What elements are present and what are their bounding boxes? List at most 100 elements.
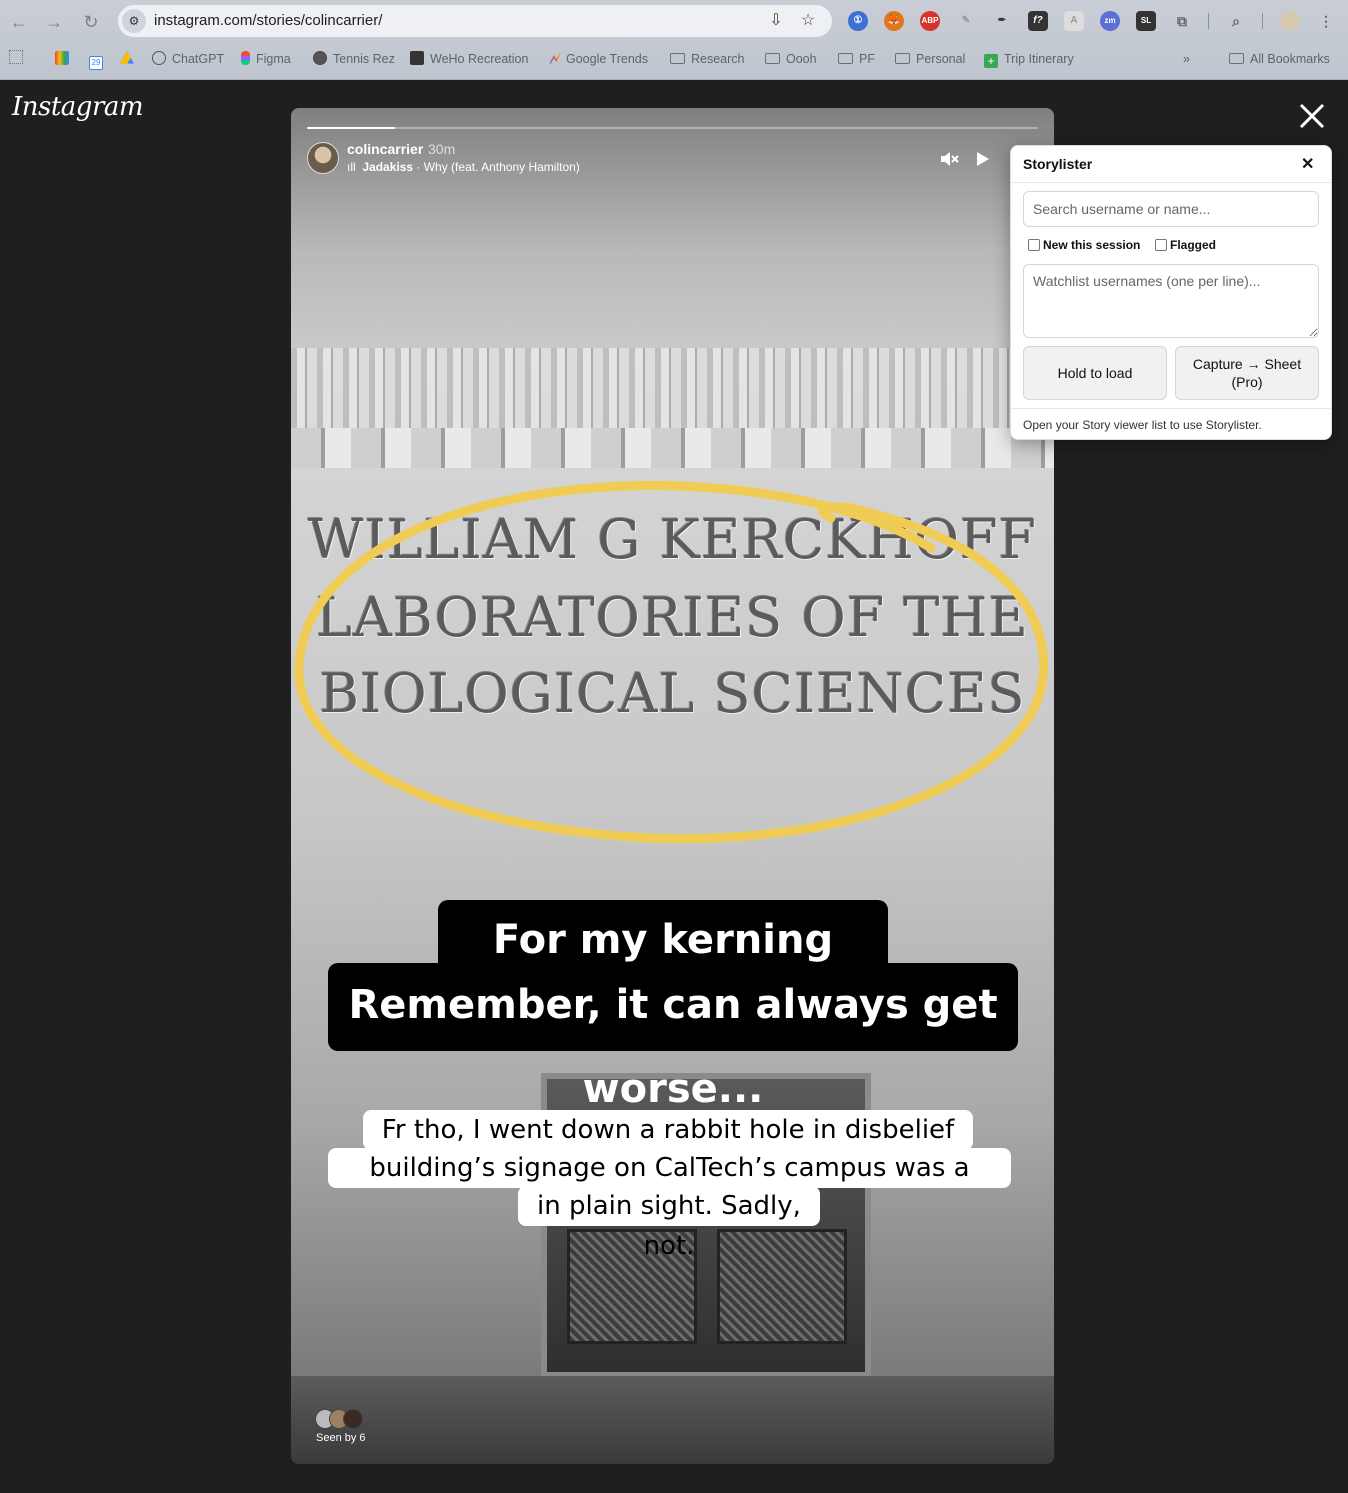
bookmarks-bar: 29 ChatGPT Figma Tennis Rez WeHo Recreat… [0, 46, 1348, 70]
bookmark-folder-oooh[interactable]: Oooh [765, 50, 817, 68]
forward-icon[interactable]: → [44, 12, 64, 32]
story-footer: Seen by 6 [291, 1376, 1054, 1464]
new-session-checkbox[interactable]: New this session [1028, 238, 1140, 252]
avatar[interactable] [307, 142, 339, 174]
site-settings-icon[interactable]: ⚙ [122, 9, 146, 33]
install-app-icon[interactable]: ⇩ [766, 11, 786, 31]
story-progress-fill [307, 127, 395, 129]
folder-icon [1229, 53, 1244, 64]
all-bookmarks[interactable]: All Bookmarks [1229, 50, 1330, 68]
figma-icon [241, 51, 250, 65]
metamask-icon[interactable]: 🦊 [884, 11, 904, 31]
bookmark-label: Research [691, 52, 745, 66]
storylister-panel: Storylister ✕ New this session Flagged H… [1010, 145, 1332, 440]
menu-dots-icon[interactable]: ⋮ [1316, 11, 1336, 31]
mute-icon[interactable] [938, 148, 960, 170]
checkbox-icon [1028, 239, 1040, 251]
panel-footer: Open your Story viewer list to use Story… [1011, 408, 1331, 440]
hold-to-load-button[interactable]: Hold to load [1023, 346, 1167, 400]
bookmark-figma[interactable]: Figma [241, 50, 291, 68]
caption-main-line-2: Remember, it can always get worse... [328, 963, 1018, 1112]
drive-icon [120, 51, 134, 64]
pencil-icon[interactable]: ✎ [956, 11, 976, 31]
plus-doc-icon: + [984, 54, 998, 68]
bookmark-star-icon[interactable]: ☆ [798, 11, 818, 31]
panel-close-icon[interactable]: ✕ [1301, 154, 1314, 174]
music-title: · Why (feat. Anthony Hamilton) [413, 160, 580, 174]
browser-chrome: ← → ↻ ⚙ instagram.com/stories/colincarri… [0, 0, 1348, 80]
calendar-icon: 29 [89, 56, 103, 70]
search-tab-icon[interactable]: ⌕ [1226, 11, 1246, 31]
viewer-avatars[interactable] [315, 1409, 369, 1429]
capture-sheet-button[interactable]: Capture → Sheet (Pro) [1175, 346, 1319, 400]
apps-grid-icon[interactable] [9, 50, 23, 68]
door-window [717, 1229, 847, 1344]
bookmark-trip[interactable]: + Trip Itinerary [984, 50, 1074, 68]
audio-wave-icon: ıll [347, 160, 356, 174]
play-icon[interactable] [971, 148, 993, 170]
bookmark-weho[interactable]: WeHo Recreation [410, 50, 528, 68]
folder-icon [765, 53, 780, 64]
gmail-icon [55, 51, 69, 65]
story-time: 30m [428, 141, 456, 157]
chatgpt-icon [152, 51, 166, 65]
storylister-icon[interactable]: SL [1136, 11, 1156, 31]
hand-drawn-circle [294, 481, 1049, 844]
story-progress-bar [307, 127, 1038, 129]
url-text: instagram.com/stories/colincarrier/ [154, 12, 383, 29]
folder-icon [838, 53, 853, 64]
caption-secondary-line-2: building’s signage on CalTech’s campus w… [328, 1148, 1011, 1223]
adblock-icon[interactable]: ABP [920, 11, 940, 31]
flagged-checkbox[interactable]: Flagged [1155, 238, 1216, 252]
bookmark-calendar[interactable]: 29 [89, 50, 109, 70]
bookmark-trends[interactable]: Google Trends [550, 50, 648, 68]
checkbox-label: New this session [1043, 238, 1141, 252]
music-artist: Jadakiss [362, 160, 414, 174]
globe-icon [313, 51, 327, 65]
instagram-logo[interactable]: Instagram [12, 92, 144, 122]
folder-icon [895, 53, 910, 64]
zoom-icon[interactable]: zm [1100, 11, 1120, 31]
bookmark-label: WeHo Recreation [430, 52, 529, 66]
bookmark-gmail[interactable] [55, 50, 75, 68]
bookmark-drive[interactable] [120, 50, 140, 68]
puzzle-icon[interactable]: ⧉ [1172, 11, 1192, 31]
font-icon[interactable]: f? [1028, 11, 1048, 31]
story-viewer[interactable]: WILLIAM G KERCKHOFF LABORATORIES OF THE … [291, 108, 1054, 1464]
viewer-avatar [343, 1409, 363, 1429]
seen-by-count[interactable]: Seen by 6 [316, 1432, 366, 1444]
bookmark-folder-pf[interactable]: PF [838, 50, 875, 68]
1password-icon[interactable]: ① [848, 11, 868, 31]
font-alt-icon[interactable]: A [1064, 11, 1084, 31]
checkbox-label: Flagged [1170, 238, 1217, 252]
eyedropper-icon[interactable]: ✒ [992, 11, 1012, 31]
panel-header: Storylister ✕ [1011, 146, 1331, 183]
trends-icon [550, 52, 560, 65]
panel-title: Storylister [1023, 156, 1093, 172]
story-username[interactable]: colincarrier [347, 141, 423, 157]
search-input[interactable] [1023, 191, 1319, 227]
bookmark-folder-research[interactable]: Research [670, 50, 745, 68]
back-icon[interactable]: ← [9, 12, 29, 32]
reload-icon[interactable]: ↻ [81, 12, 101, 32]
close-icon[interactable] [1298, 102, 1326, 130]
checkbox-icon [1155, 239, 1167, 251]
watchlist-field[interactable] [1023, 264, 1319, 338]
bookmark-folder-personal[interactable]: Personal [895, 50, 965, 68]
bookmark-chatgpt[interactable]: ChatGPT [152, 50, 224, 68]
weho-icon [410, 51, 424, 65]
story-music[interactable]: ıll Jadakiss · Why (feat. Anthony Hamilt… [347, 160, 580, 174]
bookmark-tennis[interactable]: Tennis Rez [313, 50, 395, 68]
profile-icon[interactable] [1280, 11, 1300, 31]
bookmark-label: ChatGPT [172, 52, 225, 66]
bookmarks-overflow[interactable]: » [1183, 50, 1190, 68]
caption-secondary-line-3: in plain sight. Sadly, not. [518, 1186, 820, 1261]
bookmark-label: Google Trends [566, 52, 648, 66]
panel-footer-text: Open your Story viewer list to use Story… [1023, 418, 1262, 432]
bookmark-label: Trip Itinerary [1004, 52, 1074, 66]
address-bar[interactable]: ⚙ instagram.com/stories/colincarrier/ ⇩ … [118, 5, 832, 37]
bookmark-label: Tennis Rez [333, 52, 395, 66]
bookmark-label: Personal [916, 52, 966, 66]
bookmark-label: All Bookmarks [1250, 52, 1330, 66]
caption-secondary-line-1: Fr tho, I went down a rabbit hole in dis… [363, 1110, 973, 1185]
